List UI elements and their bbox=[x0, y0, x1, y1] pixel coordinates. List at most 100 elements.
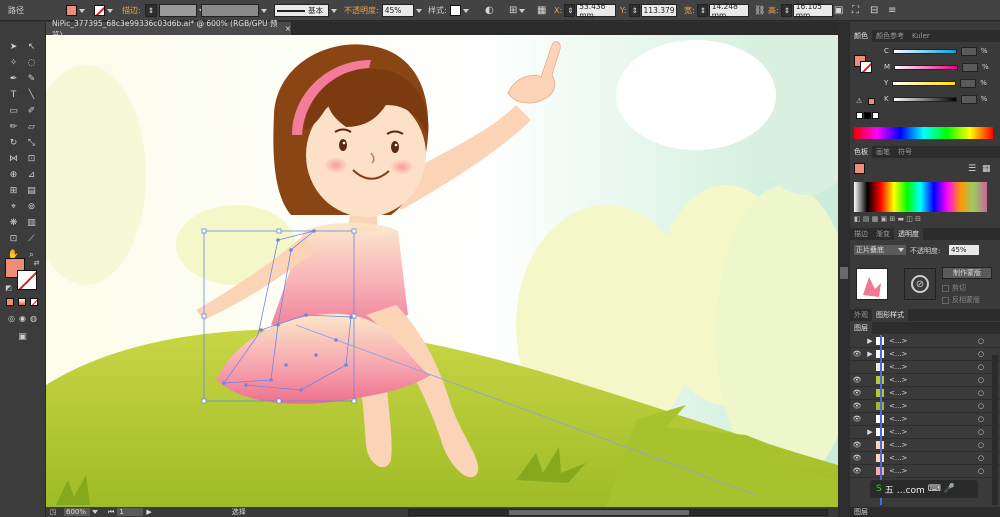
curvature-tool-icon[interactable]: ✎ bbox=[25, 72, 38, 85]
perspective-grid-icon[interactable]: ⊿ bbox=[25, 168, 38, 181]
swatches-footer-icons[interactable]: ◧ ▤ ▦ ▣ ⊞ ▬ ◫ ⊟ bbox=[854, 215, 994, 223]
out-of-gamut-icon[interactable]: ⚠ bbox=[856, 97, 862, 105]
close-tab-icon[interactable]: × bbox=[285, 24, 291, 33]
layer-row[interactable]: 👁 <...> ○ bbox=[850, 400, 1000, 413]
magic-wand-icon[interactable]: ✧ bbox=[7, 56, 20, 69]
black-slider[interactable]: K% bbox=[884, 94, 987, 104]
fill-swatch[interactable] bbox=[66, 3, 85, 18]
edit-group-icon[interactable]: ⊟ bbox=[870, 3, 878, 18]
blend-mode-select[interactable]: 正片叠底 bbox=[854, 245, 906, 255]
constrain-link-icon[interactable]: ⛓ bbox=[754, 3, 765, 18]
stroke-weight-input[interactable] bbox=[158, 4, 197, 17]
vertical-scrollbar[interactable] bbox=[838, 22, 850, 517]
width-input[interactable]: 14.248 mm bbox=[708, 2, 749, 20]
rectangle-tool-icon[interactable]: ▭ bbox=[7, 104, 20, 117]
ime-toolbar[interactable]: S五 …com ⌨ 🎤 bbox=[870, 480, 978, 498]
eraser-tool-icon[interactable]: ▱ bbox=[25, 120, 38, 133]
layer-row[interactable]: 👁 <...> ○ bbox=[850, 374, 1000, 387]
transform-icon[interactable]: ▣ bbox=[834, 3, 843, 18]
list-view-icon[interactable]: ☰ bbox=[968, 164, 976, 174]
eyedropper-icon[interactable]: ⌖ bbox=[7, 200, 20, 213]
free-transform-icon[interactable]: ⊡ bbox=[25, 152, 38, 165]
reference-point-icon[interactable]: ▦ bbox=[537, 3, 546, 18]
draw-inside-icon[interactable]: ◍ bbox=[27, 312, 40, 325]
color-mode-icon[interactable] bbox=[6, 298, 14, 306]
fill-color-swatch[interactable] bbox=[66, 5, 77, 16]
next-artboard-icon[interactable]: ▶ bbox=[146, 508, 151, 516]
tab-layers[interactable]: 图层 bbox=[850, 322, 872, 334]
y-input[interactable]: 113.379 bbox=[640, 4, 677, 17]
x-input[interactable]: 53.436 mm bbox=[576, 2, 617, 20]
isolate-icon[interactable]: ⛶ bbox=[852, 3, 859, 18]
pen-tool-icon[interactable]: ✒ bbox=[7, 72, 20, 85]
transparency-opacity-input[interactable]: 45% bbox=[949, 245, 979, 255]
black-swatch[interactable] bbox=[864, 112, 871, 119]
lasso-icon[interactable]: ◌ bbox=[25, 56, 38, 69]
color-spectrum[interactable] bbox=[854, 127, 993, 139]
mask-thumbnail[interactable]: ⊘ bbox=[904, 268, 936, 300]
invert-mask-checkbox[interactable]: 反相蒙版 bbox=[942, 295, 980, 305]
tab-color-guide[interactable]: 颜色参考 bbox=[872, 30, 908, 42]
swap-colors-icon[interactable]: ⇄ bbox=[30, 256, 43, 269]
tab-stroke[interactable]: 描边 bbox=[850, 228, 872, 240]
yellow-slider[interactable]: Y% bbox=[884, 78, 987, 88]
layer-row[interactable]: ▶ <...> ○ bbox=[850, 426, 1000, 439]
tab-brushes[interactable]: 画笔 bbox=[872, 146, 894, 158]
screen-mode-icon[interactable]: ▣ bbox=[16, 330, 29, 343]
tab-gradient[interactable]: 渐变 bbox=[872, 228, 894, 240]
layer-row[interactable]: 👁 <...> ○ bbox=[850, 413, 1000, 426]
artboard-nav-icon[interactable]: ◳ bbox=[46, 508, 60, 516]
document-tab[interactable]: NiPic_377395_68c3e99336c03d6b.ai* @ 600%… bbox=[46, 19, 291, 39]
height-input[interactable]: 16.105 mm bbox=[792, 2, 833, 20]
zoom-select[interactable]: 600% bbox=[64, 508, 90, 516]
default-colors-icon[interactable]: ◩ bbox=[2, 281, 15, 294]
layer-row[interactable]: 👁 <...> ○ bbox=[850, 439, 1000, 452]
recolor-icon[interactable]: ◐ bbox=[485, 3, 494, 18]
brush-definition[interactable]: 基本 bbox=[274, 3, 337, 18]
layer-row[interactable]: 👁 <...> ○ bbox=[850, 387, 1000, 400]
make-mask-button[interactable]: 制作蒙版 bbox=[942, 267, 992, 279]
tab-kuler[interactable]: Kuler bbox=[908, 30, 934, 42]
artboard-number-input[interactable]: 1 bbox=[117, 508, 144, 516]
first-artboard-icon[interactable]: ⏮ bbox=[108, 508, 114, 517]
opacity-input[interactable]: 45% bbox=[381, 4, 414, 17]
graphic-style-swatch[interactable] bbox=[449, 5, 461, 16]
shape-builder-icon[interactable]: ⊕ bbox=[7, 168, 20, 181]
none-mode-icon[interactable] bbox=[30, 298, 38, 306]
gradient-tool-icon[interactable]: ▤ bbox=[25, 184, 38, 197]
variable-width-profile[interactable] bbox=[201, 3, 267, 18]
swatch-grid[interactable] bbox=[854, 182, 987, 212]
clip-checkbox[interactable]: 剪切 bbox=[942, 283, 966, 293]
layer-row[interactable]: 👁 <...> ○ bbox=[850, 452, 1000, 465]
magenta-slider[interactable]: M% bbox=[884, 62, 989, 72]
horizontal-scrollbar[interactable] bbox=[408, 508, 828, 516]
brush-tool-icon[interactable]: ✐ bbox=[25, 104, 38, 117]
width-tool-icon[interactable]: ⋈ bbox=[7, 152, 20, 165]
stroke-box[interactable] bbox=[17, 270, 37, 290]
color-panel-stroke[interactable] bbox=[860, 61, 872, 73]
artboard-tool-icon[interactable]: ⊡ bbox=[7, 232, 20, 245]
thumbnail-view-icon[interactable]: ▦ bbox=[982, 164, 991, 174]
selection-tool-icon[interactable]: ➤ bbox=[7, 40, 20, 53]
object-thumbnail[interactable] bbox=[856, 268, 888, 300]
layers-scrollbar[interactable] bbox=[992, 355, 998, 505]
none-swatch[interactable] bbox=[856, 112, 863, 119]
layer-row[interactable]: ▶ <...> ○ bbox=[850, 335, 1000, 348]
mesh-tool-icon[interactable]: ⊞ bbox=[7, 184, 20, 197]
blend-tool-icon[interactable]: ⊚ bbox=[25, 200, 38, 213]
cyan-slider[interactable]: C% bbox=[884, 46, 988, 56]
tab-graphic-styles[interactable]: 图形样式 bbox=[872, 309, 908, 321]
tab-transparency[interactable]: 透明度 bbox=[894, 228, 923, 240]
layer-row[interactable]: <...> ○ bbox=[850, 361, 1000, 374]
column-graph-icon[interactable]: ▥ bbox=[25, 216, 38, 229]
tab-swatches[interactable]: 色板 bbox=[850, 146, 872, 158]
gradient-mode-icon[interactable] bbox=[18, 298, 26, 306]
tab-appearance[interactable]: 外观 bbox=[850, 309, 872, 321]
tab-symbols[interactable]: 符号 bbox=[894, 146, 916, 158]
scale-tool-icon[interactable]: ⤡ bbox=[25, 136, 38, 149]
options-menu-icon[interactable]: ≡ bbox=[888, 3, 896, 18]
layer-row[interactable]: 👁 ▶ <...> ○ bbox=[850, 348, 1000, 361]
rotate-tool-icon[interactable]: ↻ bbox=[7, 136, 20, 149]
pencil-tool-icon[interactable]: ✏ bbox=[7, 120, 20, 133]
no-stroke-icon[interactable] bbox=[94, 5, 105, 16]
